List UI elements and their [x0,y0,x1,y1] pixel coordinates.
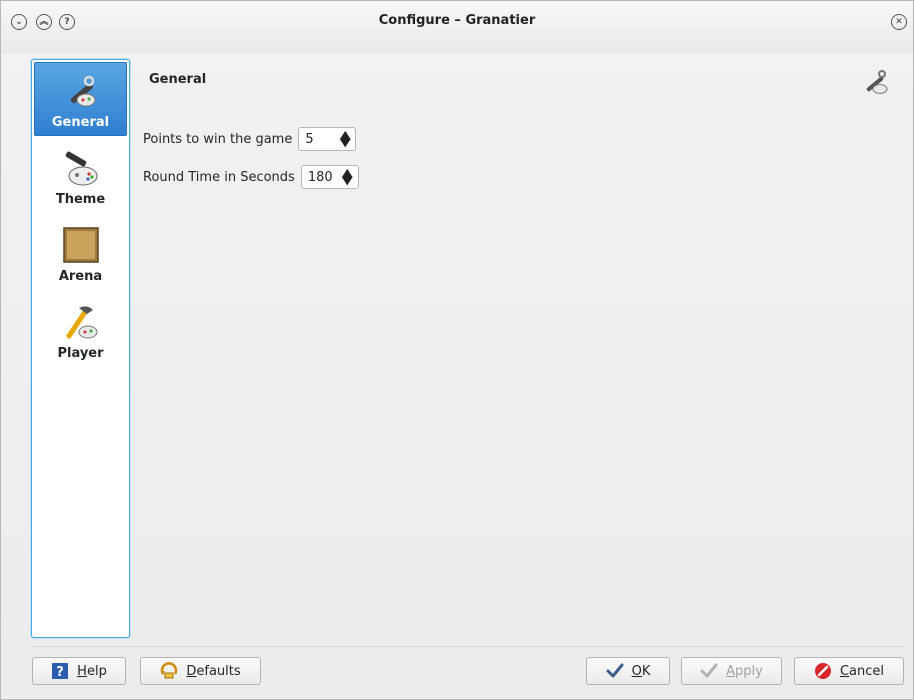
general-settings-icon [70,75,95,107]
general-settings-icon [866,70,888,94]
apply-mnemonic: A [726,663,736,679]
ok-label: K [641,663,651,679]
ok-mnemonic: O [631,663,642,679]
sidebar-item-arena[interactable]: Arena [34,217,127,291]
arena-icon [62,227,99,263]
help-label: elp [86,663,107,679]
restore-defaults-icon [161,662,178,679]
sidebar-item-label: Player [57,346,104,361]
page-list: General Theme Arena Player [31,59,130,638]
help-icon: ? [52,663,69,680]
divider [31,646,905,647]
configure-dialog: ⌄ ︽ ? Configure – Granatier ✕ General Th… [0,0,914,700]
help-button[interactable]: ? Help [32,657,126,685]
sidebar-item-player[interactable]: Player [34,294,127,368]
points-to-win-row: Points to win the game 5 ▲ ▼ [143,127,357,151]
page-title: General [149,72,207,87]
points-to-win-value[interactable]: 5 [305,132,313,147]
checkmark-icon [700,663,718,678]
round-time-row: Round Time in Seconds 180 ▲ ▼ [143,165,359,189]
defaults-button[interactable]: Defaults [140,657,261,685]
defaults-label: efaults [196,663,241,679]
cancel-label: ancel [849,663,885,679]
round-time-label: Round Time in Seconds [143,169,295,185]
round-time-value[interactable]: 180 [308,170,333,185]
svg-text:?: ? [56,665,64,680]
theme-icon [65,151,97,186]
apply-button[interactable]: Apply [681,657,782,685]
player-icon [66,306,97,339]
ok-button[interactable]: OK [586,657,670,685]
help-mnemonic: H [77,663,87,679]
round-time-spinbox[interactable]: 180 ▲ ▼ [300,165,359,189]
sidebar-item-label: General [51,115,110,130]
points-to-win-label: Points to win the game [143,131,293,147]
up-down-arrows-icon[interactable]: ▲ ▼ [342,167,353,186]
sidebar-item-label: Theme [55,192,106,207]
sidebar-item-theme[interactable]: Theme [34,140,127,214]
sidebar-item-label: Arena [58,269,103,284]
checkmark-icon [606,663,624,678]
sidebar-item-general[interactable]: General [34,62,127,136]
window-title: Configure – Granatier [378,13,536,28]
close-icon[interactable]: ✕ [891,14,907,30]
up-down-arrows-icon[interactable]: ▲ ▼ [340,129,351,148]
cancel-mnemonic: C [839,663,850,679]
defaults-mnemonic: D [186,663,197,679]
apply-label: pply [735,663,763,679]
cancel-icon [814,663,831,679]
points-to-win-spinbox[interactable]: 5 ▲ ▼ [298,127,357,151]
title-bar: ⌄ ︽ ? Configure – Granatier ✕ [1,1,913,53]
cancel-button[interactable]: Cancel [794,657,904,685]
